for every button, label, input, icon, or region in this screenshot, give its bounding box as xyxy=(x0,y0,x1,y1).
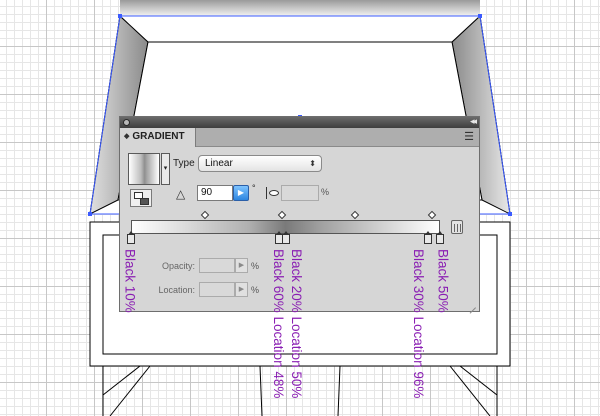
type-value: Linear xyxy=(205,158,233,169)
leg-line xyxy=(102,365,141,396)
opacity-percent: % xyxy=(251,261,260,271)
collapse-icon[interactable]: ◂◂ xyxy=(470,116,477,127)
angle-input[interactable]: 90 xyxy=(197,185,233,201)
opacity-dropdown-icon[interactable]: ▶ xyxy=(235,258,248,273)
stop-annotation: Black 10% xyxy=(122,249,138,313)
degree-symbol: ° xyxy=(252,183,256,193)
selection-handle xyxy=(88,212,92,216)
frame-top-bevel xyxy=(118,15,482,43)
opacity-label: Opacity: xyxy=(161,261,195,271)
aspect-percent: % xyxy=(321,187,330,197)
gradient-swatch[interactable] xyxy=(128,153,160,185)
midpoint-diamond[interactable] xyxy=(277,210,287,220)
leg-line xyxy=(259,365,263,416)
leg-line xyxy=(459,365,498,396)
selection-handle xyxy=(118,14,122,18)
top-gradient-band xyxy=(120,0,480,16)
aspect-ratio-input[interactable] xyxy=(281,185,319,201)
location-label: Location: xyxy=(158,285,195,295)
midpoint-diamond[interactable] xyxy=(427,210,437,220)
resize-grip-icon[interactable] xyxy=(468,300,476,308)
panel-menu-icon[interactable]: ☰ xyxy=(464,130,474,143)
stop-annotation: Black 60% Location 48% xyxy=(270,249,286,399)
gradient-stop[interactable] xyxy=(423,231,432,244)
type-label: Type xyxy=(173,158,195,169)
angle-dropdown-button[interactable]: ▶ xyxy=(233,185,249,201)
tab-gradient[interactable]: ◆ GRADIENT xyxy=(120,128,196,147)
location-input[interactable] xyxy=(199,282,235,297)
select-arrows-icon: ⬍ xyxy=(309,159,316,168)
midpoint-diamond[interactable] xyxy=(350,210,360,220)
selection-handle xyxy=(478,14,482,18)
opacity-input[interactable] xyxy=(199,258,235,273)
panel-tab-row: ◆ GRADIENT ☰ xyxy=(120,128,479,147)
stop-annotation: Black 50% xyxy=(435,249,451,313)
aspect-ratio-icon xyxy=(264,185,280,201)
reverse-gradient-button[interactable] xyxy=(130,189,152,207)
tab-arrows-icon: ◆ xyxy=(124,133,130,140)
selection-handle xyxy=(508,212,512,216)
panel-title-bar[interactable]: ◂◂ xyxy=(120,116,479,128)
midpoint-diamond[interactable] xyxy=(200,210,210,220)
gradient-stop[interactable] xyxy=(127,231,135,244)
tab-label: GRADIENT xyxy=(132,131,185,142)
swatch-dropdown-icon[interactable]: ▾ xyxy=(161,153,170,185)
reverse-icon xyxy=(140,198,149,205)
location-percent: % xyxy=(251,285,260,295)
stop-annotation: Black 20% Location 50% xyxy=(289,249,304,399)
type-select[interactable]: Linear ⬍ xyxy=(198,155,322,172)
location-dropdown-icon[interactable]: ▶ xyxy=(235,282,248,297)
gradient-stop[interactable] xyxy=(281,231,290,244)
gradient-stop[interactable] xyxy=(436,231,444,244)
close-icon[interactable] xyxy=(123,119,130,126)
leg-line xyxy=(337,365,341,416)
delete-stop-icon[interactable] xyxy=(451,220,463,234)
angle-icon: △ xyxy=(176,187,186,201)
stop-annotation: Black 30% Location 96% xyxy=(411,249,427,399)
